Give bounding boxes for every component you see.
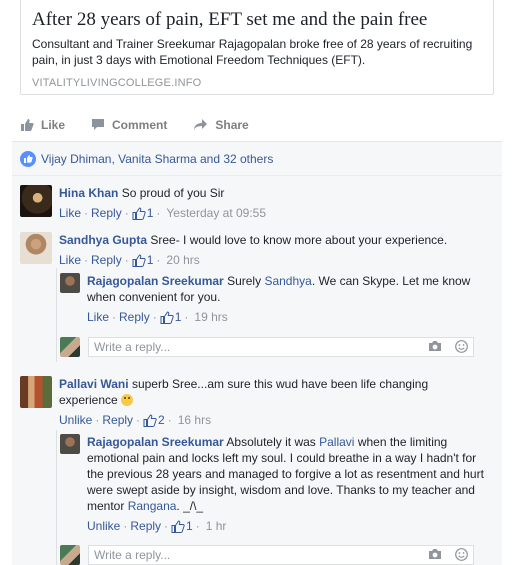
comment-icon [92, 119, 105, 130]
comment-text: Sree- I would love to know more about yo… [150, 233, 448, 247]
reply-like-count[interactable]: 1 [171, 518, 193, 534]
reply-text-before: Absolutely it was [226, 435, 316, 449]
reply-unlike-link[interactable]: Unlike [87, 518, 120, 534]
avatar [60, 337, 80, 357]
reply-composer: Write a reply... [60, 337, 474, 357]
reply-like-count[interactable]: 1 [160, 309, 182, 325]
reply-author[interactable]: Rajagopalan Sreekumar [87, 274, 224, 288]
avatar[interactable] [60, 273, 80, 293]
emoji-icon[interactable] [455, 548, 468, 561]
comment-unlike-link[interactable]: Unlike [59, 412, 92, 428]
reply-input[interactable]: Write a reply... [88, 545, 474, 565]
like-count-value: 1 [146, 253, 154, 267]
comment-author[interactable]: Pallavi Wani [59, 377, 129, 391]
reply-author[interactable]: Rajagopalan Sreekumar [87, 435, 224, 449]
avatar[interactable] [60, 434, 80, 454]
comment-like-count[interactable]: 1 [132, 205, 154, 221]
thumbs-up-icon [143, 413, 157, 427]
comment-button-label: Comment [112, 117, 168, 132]
avatar [60, 545, 80, 565]
avatar[interactable] [20, 232, 52, 264]
reply-input[interactable]: Write a reply... [88, 337, 474, 357]
like-reaction-icon [20, 150, 36, 167]
like-button[interactable]: Like [20, 118, 65, 132]
mention-link[interactable]: Sandhya [264, 274, 311, 288]
reply-reply-link[interactable]: Reply [119, 309, 150, 325]
comment: Pallavi Wani superb Sree...am sure this … [20, 376, 489, 428]
reply: Rajagopalan Sreekumar Surely Sandhya. We… [60, 273, 477, 325]
likes-summary-text[interactable]: Vijay Dhiman, Vanita Sharma and 32 other… [41, 152, 273, 166]
emoji-icon[interactable] [455, 340, 468, 353]
comment: Hina Khan So proud of you Sir Like · Repl… [20, 185, 266, 221]
smile-emoji-icon [121, 394, 134, 406]
comment-like-count[interactable]: 2 [143, 412, 165, 428]
comment-author[interactable]: Sandhya Gupta [59, 233, 147, 247]
link-title[interactable]: After 28 years of pain, EFT set me and t… [32, 9, 482, 31]
reply-reply-link[interactable]: Reply [130, 518, 161, 534]
comment-author[interactable]: Hina Khan [59, 186, 118, 200]
reply-composer: Write a reply... [60, 545, 474, 565]
like-count-value: 1 [146, 206, 154, 220]
link-domain: VITALITYLIVINGCOLLEGE.INFO [32, 77, 202, 89]
mention-link[interactable]: Pallavi [319, 435, 354, 449]
thumbs-up-icon [132, 253, 146, 267]
like-button-label: Like [41, 117, 66, 132]
reply: Rajagopalan Sreekumar Absolutely it was … [60, 434, 487, 534]
thumbs-up-icon [132, 206, 146, 220]
comment-text: So proud of you Sir [121, 186, 225, 200]
comment-like-link[interactable]: Like [59, 205, 81, 221]
comment-button[interactable]: Comment [91, 118, 167, 132]
comment-timestamp[interactable]: 20 hrs [166, 252, 199, 268]
share-button-label: Share [215, 117, 249, 132]
mention-link[interactable]: Rangana [128, 499, 177, 513]
thumbs-up-icon [21, 118, 34, 131]
share-button[interactable]: Share [193, 117, 249, 132]
reply-text-before: Surely [227, 274, 262, 288]
reply-placeholder: Write a reply... [94, 548, 171, 562]
likes-summary: Vijay Dhiman, Vanita Sharma and 32 other… [12, 142, 502, 176]
comment-timestamp[interactable]: 16 hrs [178, 412, 211, 428]
comment-like-count[interactable]: 1 [132, 252, 154, 268]
camera-icon[interactable] [428, 548, 442, 561]
thumbs-up-icon [171, 519, 185, 533]
reply-like-link[interactable]: Like [87, 309, 109, 325]
post-action-bar: Like Comment Share [12, 108, 502, 142]
reply-placeholder: Write a reply... [94, 340, 171, 354]
link-description: Consultant and Trainer Sreekumar Rajagop… [32, 37, 473, 67]
comment: Sandhya Gupta Sree- I would love to know… [20, 232, 447, 268]
like-count-value: 1 [186, 519, 193, 533]
comment-like-link[interactable]: Like [59, 252, 81, 268]
avatar[interactable] [20, 376, 52, 408]
avatar[interactable] [20, 185, 52, 217]
camera-icon[interactable] [428, 340, 442, 353]
share-icon [194, 119, 208, 130]
comment-reply-link[interactable]: Reply [102, 412, 133, 428]
link-preview-card[interactable]: After 28 years of pain, EFT set me and t… [20, 0, 494, 95]
like-count-value: 1 [174, 310, 182, 324]
reply-timestamp[interactable]: 1 hr [206, 518, 227, 534]
like-count-value: 2 [158, 413, 165, 427]
comment-reply-link[interactable]: Reply [91, 205, 122, 221]
reply-text-after: . _/\_ [176, 499, 204, 513]
reply-timestamp[interactable]: 19 hrs [194, 309, 227, 325]
comment-timestamp[interactable]: Yesterday at 09:55 [166, 205, 266, 221]
comment-reply-link[interactable]: Reply [91, 252, 122, 268]
thumbs-up-icon [160, 310, 174, 324]
